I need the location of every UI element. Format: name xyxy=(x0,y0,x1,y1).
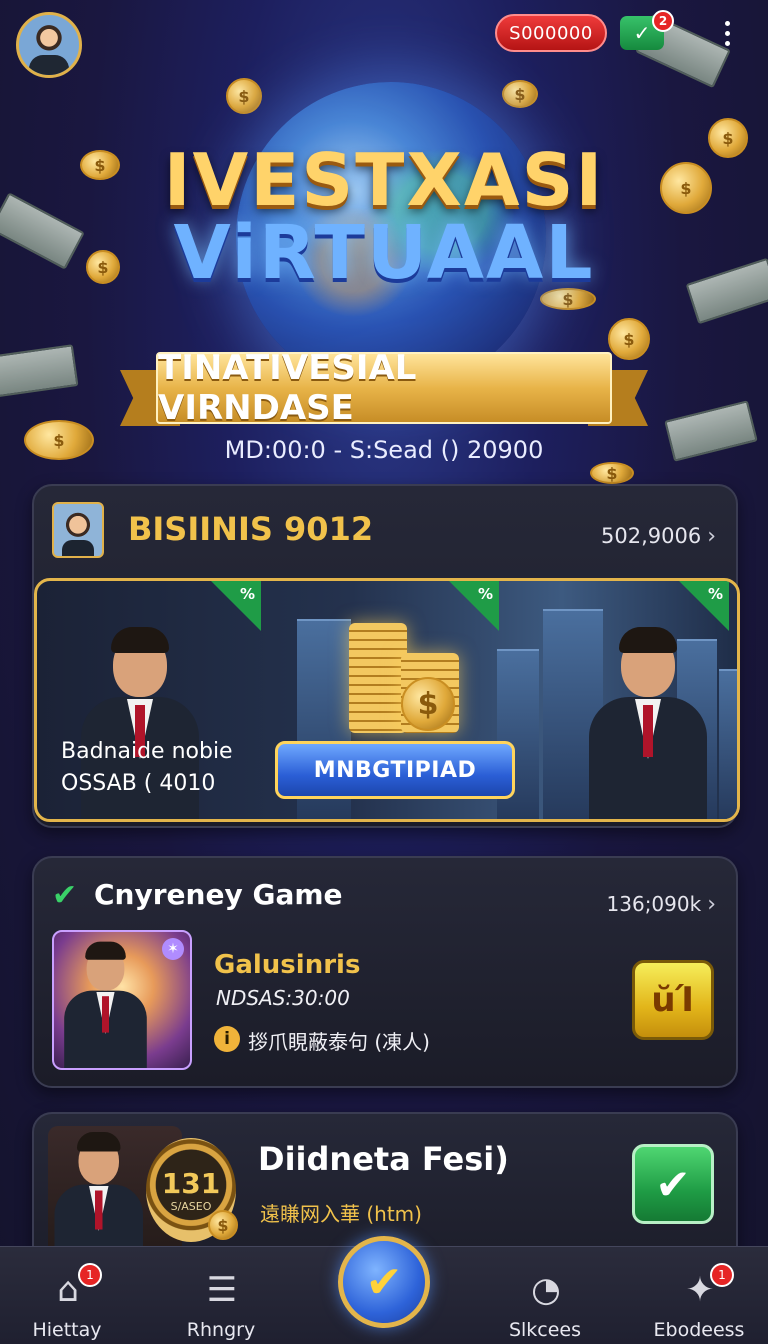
percent-icon: % xyxy=(211,581,261,631)
check-icon[interactable]: ✔ xyxy=(338,1236,430,1328)
gold-coin-decoration: $ xyxy=(226,78,262,114)
hero-ribbon: TINATIVESIAL VIRNDASE xyxy=(120,348,648,434)
medal-number: 131 xyxy=(161,1167,221,1200)
check-icon: ✔ xyxy=(52,878,78,913)
banner-text-line1: Badnaide nobie xyxy=(61,739,233,764)
building-decoration xyxy=(719,669,737,819)
nav-item-ranking[interactable]: ☰ Rhngry xyxy=(156,1247,286,1344)
notification-badge: 2 xyxy=(652,10,674,32)
coin-stack-illustration: $ xyxy=(345,603,485,733)
nav-badge: 1 xyxy=(710,1263,734,1287)
hero-subtitle: MD:00:0 - S:Sead () 20900 xyxy=(224,436,544,464)
currency-game-title: Cnyreney Game xyxy=(94,878,343,911)
gold-coin-decoration: $ xyxy=(502,80,538,108)
chevron-right-icon: › xyxy=(707,524,716,549)
dividend-title: Diidneta Fesi) xyxy=(258,1140,509,1178)
gold-coin-decoration: $ xyxy=(590,462,634,484)
ribbon-text: TINATIVESIAL VIRNDASE xyxy=(156,348,612,428)
dividend-subtitle: 遠䁠网入華 (htm) xyxy=(260,1202,422,1226)
business-card[interactable]: BISIINIS 9012 502,9006 › % % % $ Badnaid… xyxy=(32,484,740,828)
coin-balance[interactable]: S000000 xyxy=(495,14,607,52)
nav-label: Slkcees xyxy=(508,1319,582,1341)
nav-label: Hiettay xyxy=(32,1319,102,1341)
player-time: NDSAS:30:00 xyxy=(216,986,350,1010)
hero-title-line2: ViRTUAAL xyxy=(173,210,595,296)
kebab-menu-icon[interactable] xyxy=(716,18,738,48)
business-banner[interactable]: % % % $ Badnaide nobie OSSAB ( 4010 MNBG… xyxy=(34,578,740,822)
businessman-portrait-right xyxy=(583,619,713,819)
sparkle-icon: ✶ xyxy=(162,938,184,960)
currency-game-meta[interactable]: 136;090k › xyxy=(607,892,716,917)
currency-action-button[interactable]: ŭΊ xyxy=(632,960,714,1040)
business-meta-value: 502,9006 xyxy=(600,524,702,548)
nav-badge: 1 xyxy=(78,1263,102,1287)
nav-label: Ebodeess xyxy=(653,1319,745,1341)
nav-item-stocks[interactable]: ◔ Slkcees xyxy=(480,1247,610,1344)
dividend-confirm-button[interactable]: ✔ xyxy=(632,1144,714,1224)
banknote-decoration xyxy=(0,344,79,398)
medal-caption: S/ASEO xyxy=(170,1200,212,1213)
info-icon: i xyxy=(214,1026,240,1052)
business-meta[interactable]: 502,9006 › xyxy=(601,524,716,549)
gold-coin-icon: $ xyxy=(208,1210,238,1240)
nav-item-history[interactable]: ⌂ 1 Hiettay xyxy=(2,1247,132,1344)
chevron-right-icon: › xyxy=(707,892,716,917)
chart-icon: ◔ xyxy=(531,1270,561,1310)
profile-avatar[interactable] xyxy=(16,12,82,78)
money-check-icon[interactable]: ✓ 2 xyxy=(620,10,674,50)
currency-game-meta-value: 136;090k xyxy=(606,892,702,916)
app-screen: $ $ $ $ $ $ $ $ $ $ S000000 ✓ 2 IVESTXAS… xyxy=(0,0,768,1344)
player-info: 拶爪睍蔽泰句 (凍人) xyxy=(248,1030,430,1054)
business-avatar xyxy=(52,502,104,558)
nav-label: Rhngry xyxy=(186,1319,256,1341)
currency-game-card[interactable]: ✔ Cnyreney Game 136;090k › ✶ Galusinris N… xyxy=(32,856,738,1088)
document-icon: ☰ xyxy=(206,1270,238,1310)
banner-text-line2: OSSAB ( 4010 xyxy=(61,771,216,796)
invest-cta-button[interactable]: MNBGTIPIAD xyxy=(275,741,515,799)
player-name: Galusinris xyxy=(214,950,361,980)
player-portrait: ✶ xyxy=(52,930,192,1070)
nav-item-games[interactable]: ✦ 1 Ebodeess xyxy=(634,1247,764,1344)
business-title: BISIINIS 9012 xyxy=(128,510,374,548)
